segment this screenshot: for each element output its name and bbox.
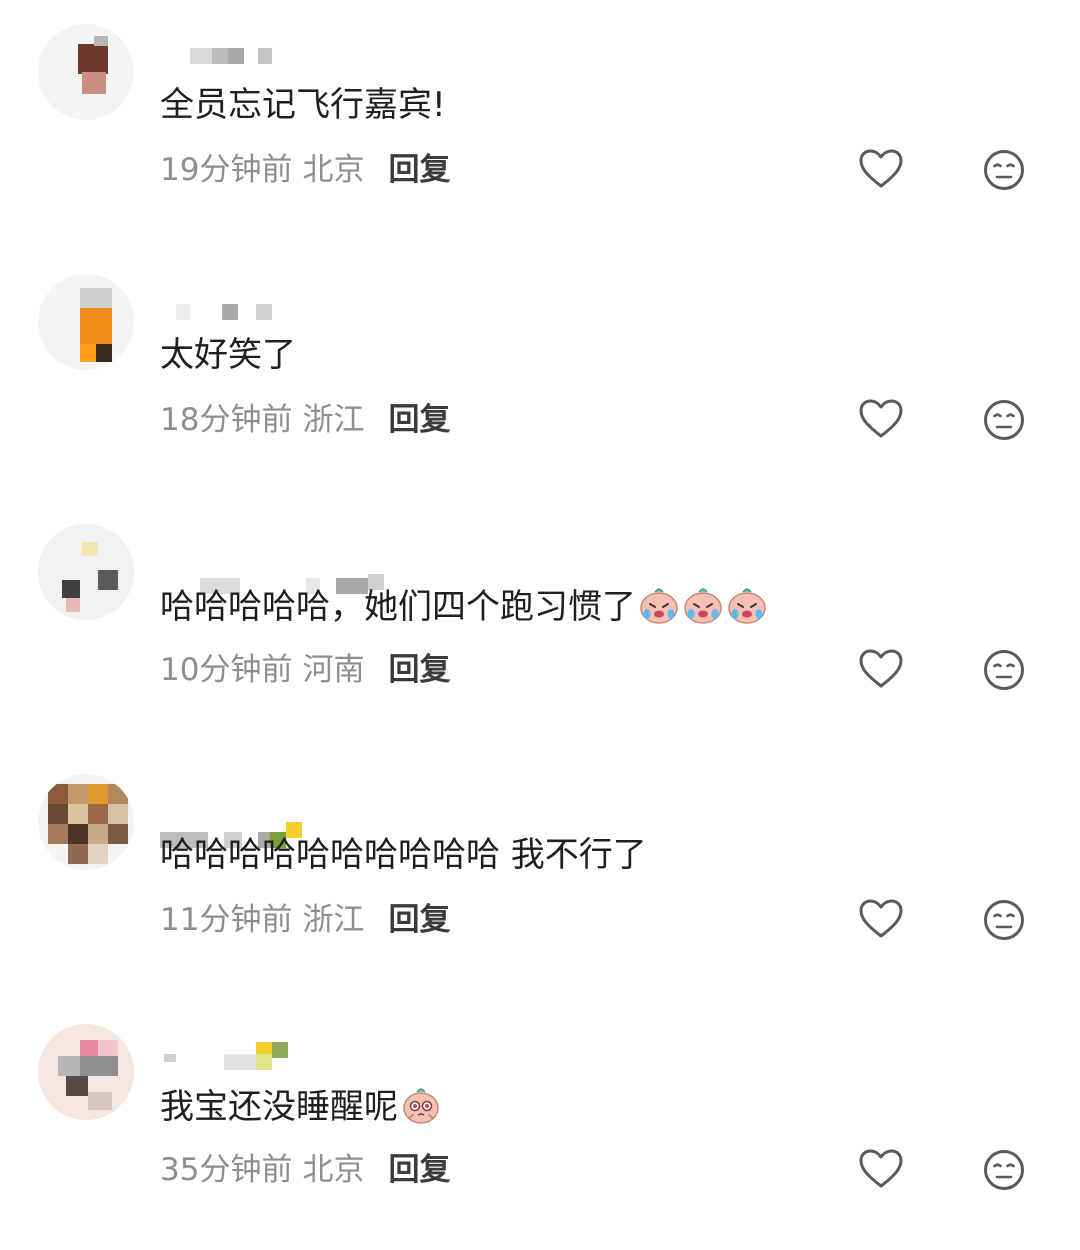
comment-text-content: 哈哈哈哈哈哈哈哈哈哈 我不行了 <box>160 835 647 875</box>
comment-item: 我宝还没睡醒呢 35分钟前 北京 回复 <box>0 1000 1080 1250</box>
comment-meta: 10分钟前 河南 回复 <box>160 650 450 690</box>
comment-text-content: 全员忘记飞行嘉宾! <box>160 85 446 125</box>
avatar[interactable] <box>38 524 134 620</box>
heart-icon[interactable] <box>858 148 904 190</box>
comment-meta: 35分钟前 北京 回复 <box>160 1150 450 1190</box>
comment-text-content: 哈哈哈哈哈，她们四个跑习惯了 <box>160 587 636 627</box>
heart-icon[interactable] <box>858 648 904 690</box>
neutral-face-icon[interactable] <box>982 398 1026 442</box>
comment-text: 哈哈哈哈哈，她们四个跑习惯了 <box>160 584 768 628</box>
comment-location: 北京 <box>302 152 365 188</box>
reply-button[interactable]: 回复 <box>388 402 450 438</box>
username-blurred[interactable] <box>160 1034 420 1070</box>
comment-location: 河南 <box>302 652 365 688</box>
reply-button[interactable]: 回复 <box>388 152 450 188</box>
reply-button[interactable]: 回复 <box>388 652 450 688</box>
comment-time: 35分钟前 <box>160 1152 293 1188</box>
neutral-face-icon[interactable] <box>982 1148 1026 1192</box>
comment-location: 北京 <box>302 1152 365 1188</box>
crying-laughing-emoji <box>640 588 678 624</box>
neutral-face-icon[interactable] <box>982 898 1026 942</box>
comment-time: 11分钟前 <box>160 902 293 938</box>
comment-text-content: 我宝还没睡醒呢 <box>160 1087 398 1127</box>
comment-location: 浙江 <box>302 902 365 938</box>
comment-time: 18分钟前 <box>160 402 293 438</box>
neutral-face-icon[interactable] <box>982 648 1026 692</box>
comment-item: 全员忘记飞行嘉宾! 19分钟前 北京 回复 <box>0 0 1080 250</box>
comment-text: 太好笑了 <box>160 334 296 376</box>
comment-time: 10分钟前 <box>160 652 293 688</box>
reply-button[interactable]: 回复 <box>388 1152 450 1188</box>
avatar[interactable] <box>38 1024 134 1120</box>
comment-text: 我宝还没睡醒呢 <box>160 1084 442 1128</box>
comment-item: 哈哈哈哈哈，她们四个跑习惯了 10分钟前 河南 回复 <box>0 500 1080 750</box>
comment-text: 哈哈哈哈哈哈哈哈哈哈 我不行了 <box>160 834 647 876</box>
avatar[interactable] <box>38 774 134 870</box>
comment-meta: 18分钟前 浙江 回复 <box>160 400 450 440</box>
heart-icon[interactable] <box>858 398 904 440</box>
comment-meta: 19分钟前 北京 回复 <box>160 150 450 190</box>
comment-time: 19分钟前 <box>160 152 293 188</box>
comment-text-content: 太好笑了 <box>160 335 296 375</box>
comment-item: 太好笑了 18分钟前 浙江 回复 <box>0 250 1080 500</box>
avatar[interactable] <box>38 274 134 370</box>
heart-icon[interactable] <box>858 898 904 940</box>
avatar[interactable] <box>38 24 134 120</box>
crying-laughing-emoji <box>728 588 766 624</box>
comment-text: 全员忘记飞行嘉宾! <box>160 84 446 126</box>
comment-meta: 11分钟前 浙江 回复 <box>160 900 450 940</box>
comment-item: 哈哈哈哈哈哈哈哈哈哈 我不行了 11分钟前 浙江 回复 <box>0 750 1080 1000</box>
username-blurred[interactable] <box>160 34 420 64</box>
comment-location: 浙江 <box>302 402 365 438</box>
username-blurred[interactable] <box>160 534 420 594</box>
reply-button[interactable]: 回复 <box>388 902 450 938</box>
neutral-face-icon[interactable] <box>982 148 1026 192</box>
username-blurred[interactable] <box>160 784 420 848</box>
pleading-face-emoji <box>403 1088 439 1124</box>
crying-laughing-emoji <box>684 588 722 624</box>
username-blurred[interactable] <box>160 284 420 320</box>
heart-icon[interactable] <box>858 1148 904 1190</box>
